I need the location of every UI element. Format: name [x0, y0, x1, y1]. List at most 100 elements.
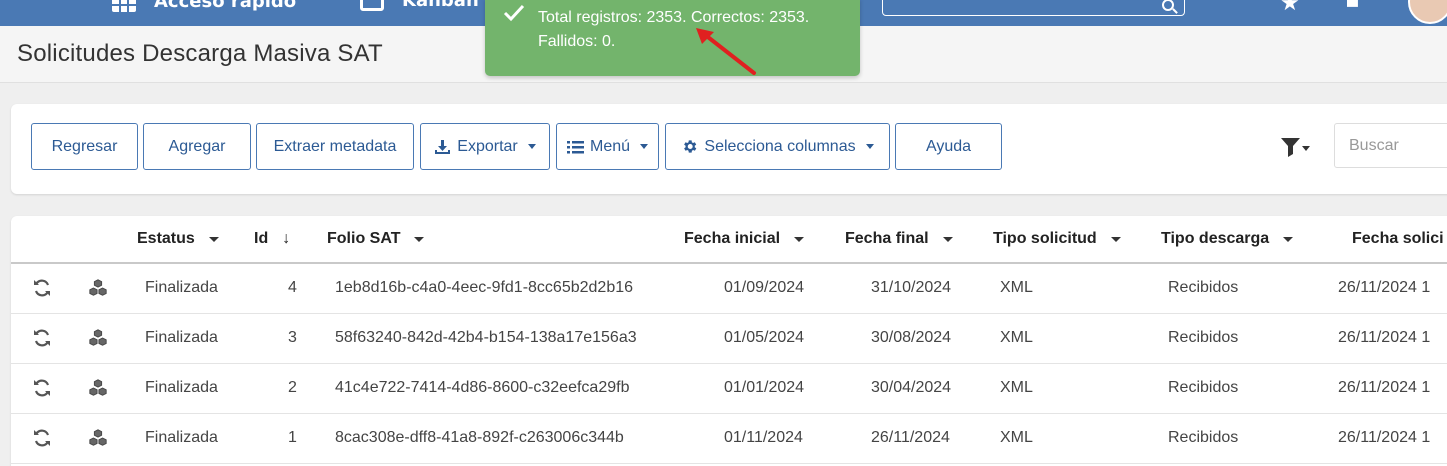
cell-folio: 58f63240-842d-42b4-b154-138a17e156a3 — [335, 329, 637, 346]
cell-id: 2 — [288, 379, 297, 396]
cell-id: 1 — [288, 429, 297, 446]
table-row: Finalizada 2 41c4e722-7414-4d86-8600-c32ee… — [11, 364, 1447, 414]
toast-message: Total registros: 2353. Correctos: 2353. … — [538, 9, 810, 50]
global-search-input[interactable] — [882, 0, 1185, 16]
cell-tipo-descarga: Recibidos — [1168, 329, 1239, 346]
export-label: Exportar — [457, 137, 518, 155]
sort-caret-icon — [414, 236, 425, 242]
annotation-arrow-icon — [696, 28, 756, 75]
help-button[interactable]: Ayuda — [895, 123, 1002, 170]
select-columns-dropdown-button[interactable]: Selecciona columnas — [665, 123, 890, 170]
back-button-label: Regresar — [51, 137, 118, 155]
cell-fecha-final: 26/11/2024 — [871, 429, 950, 446]
refresh-icon[interactable] — [32, 278, 52, 298]
column-header-tipo-descarga[interactable]: Tipo descarga — [1161, 230, 1294, 248]
cell-fecha-final: 31/10/2024 — [871, 279, 952, 296]
toolbar: Regresar Agregar Extraer metadata Export… — [11, 104, 1447, 194]
column-header-label: Tipo descarga — [1161, 230, 1270, 247]
data-table: Estatus Id ↓ Folio SAT Fecha inicial Fech… — [11, 216, 1447, 466]
table-row: Finalizada 4 1eb8d16b-c4a0-4eec-9fd1-8cc65… — [11, 264, 1447, 314]
column-header-label: Fecha inicial — [684, 230, 781, 247]
sort-caret-icon — [1283, 236, 1294, 242]
refresh-icon[interactable] — [32, 378, 52, 398]
cell-fecha-solicitud: 26/11/2024 1 — [1338, 379, 1431, 396]
sort-caret-icon — [942, 236, 953, 242]
grid-icon — [112, 0, 136, 12]
page-title: Solicitudes Descarga Masiva SAT — [17, 40, 383, 67]
column-header-folio[interactable]: Folio SAT — [327, 230, 425, 248]
cell-tipo-solicitud: XML — [1000, 429, 1033, 446]
cubes-icon[interactable] — [88, 378, 108, 398]
cubes-icon[interactable] — [88, 328, 108, 348]
cell-id: 4 — [288, 279, 297, 296]
cell-fecha-solicitud: 26/11/2024 1 — [1338, 279, 1431, 296]
cell-tipo-solicitud: XML — [1000, 379, 1033, 396]
cell-tipo-descarga: Recibidos — [1168, 279, 1239, 296]
cell-estatus: Finalizada — [145, 329, 218, 346]
chevron-down-icon — [640, 144, 649, 149]
sort-descending-icon: ↓ — [282, 230, 291, 247]
cell-fecha-solicitud: 26/11/2024 1 — [1338, 329, 1431, 346]
download-icon — [435, 139, 451, 154]
cubes-icon[interactable] — [88, 428, 108, 448]
column-header-label: Fecha solici — [1352, 230, 1444, 247]
table-row: Finalizada 1 8cac308e-dff8-41a8-892f-c2630… — [11, 414, 1447, 464]
cell-tipo-descarga: Recibidos — [1168, 379, 1239, 396]
refresh-icon[interactable] — [32, 328, 52, 348]
cell-folio: 8cac308e-dff8-41a8-892f-c263006c344b — [335, 429, 624, 446]
search-input[interactable] — [1334, 123, 1447, 168]
column-header-tipo-solicitud[interactable]: Tipo solicitud — [993, 230, 1121, 248]
column-header-fecha-inicial[interactable]: Fecha inicial — [684, 230, 805, 248]
sort-caret-icon — [208, 236, 219, 242]
nav-kanban-label: Kanban — [402, 0, 479, 11]
table-row: Finalizada 3 58f63240-842d-42b4-b154-138a1… — [11, 314, 1447, 364]
gear-icon — [684, 140, 697, 153]
sort-caret-icon — [1110, 236, 1121, 242]
cell-fecha-inicial: 01/05/2024 — [724, 329, 805, 346]
cell-estatus: Finalizada — [145, 379, 218, 396]
export-dropdown-button[interactable]: Exportar — [420, 123, 550, 170]
star-icon[interactable]: ★ — [1280, 0, 1300, 16]
cubes-icon[interactable] — [88, 278, 108, 298]
column-header-fecha-solicitud[interactable]: Fecha solici — [1352, 230, 1444, 248]
menu-dropdown-button[interactable]: Menú — [556, 123, 659, 170]
column-header-label: Fecha final — [845, 230, 929, 247]
cell-fecha-inicial: 01/11/2024 — [724, 429, 803, 446]
back-button[interactable]: Regresar — [31, 123, 138, 170]
cell-fecha-inicial: 01/01/2024 — [724, 379, 805, 396]
nav-kanban[interactable]: Kanban — [360, 0, 479, 11]
cell-tipo-solicitud: XML — [1000, 329, 1033, 346]
cell-id: 3 — [288, 329, 297, 346]
chevron-down-icon — [527, 144, 536, 149]
column-header-id[interactable]: Id ↓ — [254, 230, 290, 248]
column-header-fecha-final[interactable]: Fecha final — [845, 230, 953, 248]
nav-quick-access-label: Acceso rápido — [154, 0, 297, 12]
menu-label: Menú — [589, 137, 631, 155]
extract-metadata-button[interactable]: Extraer metadata — [256, 123, 414, 170]
filter-icon[interactable] — [1281, 138, 1311, 160]
nav-quick-access[interactable]: Acceso rápido — [112, 0, 296, 12]
cell-tipo-solicitud: XML — [1000, 279, 1033, 296]
column-header-estatus[interactable]: Estatus — [137, 230, 219, 248]
add-button-label: Agregar — [168, 137, 226, 155]
sort-caret-icon — [794, 236, 805, 242]
cell-tipo-descarga: Recibidos — [1168, 429, 1239, 446]
search-icon — [1162, 0, 1174, 11]
cell-fecha-inicial: 01/09/2024 — [724, 279, 805, 296]
column-header-label: Estatus — [137, 230, 195, 247]
column-header-label: Folio SAT — [327, 230, 401, 247]
check-icon — [503, 4, 525, 22]
chevron-down-icon — [865, 144, 874, 149]
table-header: Estatus Id ↓ Folio SAT Fecha inicial Fech… — [11, 216, 1447, 264]
cell-estatus: Finalizada — [145, 429, 218, 446]
help-label: Ayuda — [925, 137, 972, 155]
extract-metadata-label: Extraer metadata — [273, 137, 397, 155]
cell-fecha-final: 30/04/2024 — [871, 379, 952, 396]
apps-icon[interactable]: ▪ — [1345, 0, 1360, 13]
column-header-label: Tipo solicitud — [993, 230, 1097, 247]
refresh-icon[interactable] — [32, 428, 52, 448]
add-button[interactable]: Agregar — [143, 123, 251, 170]
avatar[interactable] — [1408, 0, 1447, 24]
cell-fecha-final: 30/08/2024 — [871, 329, 952, 346]
success-toast[interactable]: Total registros: 2353. Correctos: 2353. … — [485, 0, 860, 76]
